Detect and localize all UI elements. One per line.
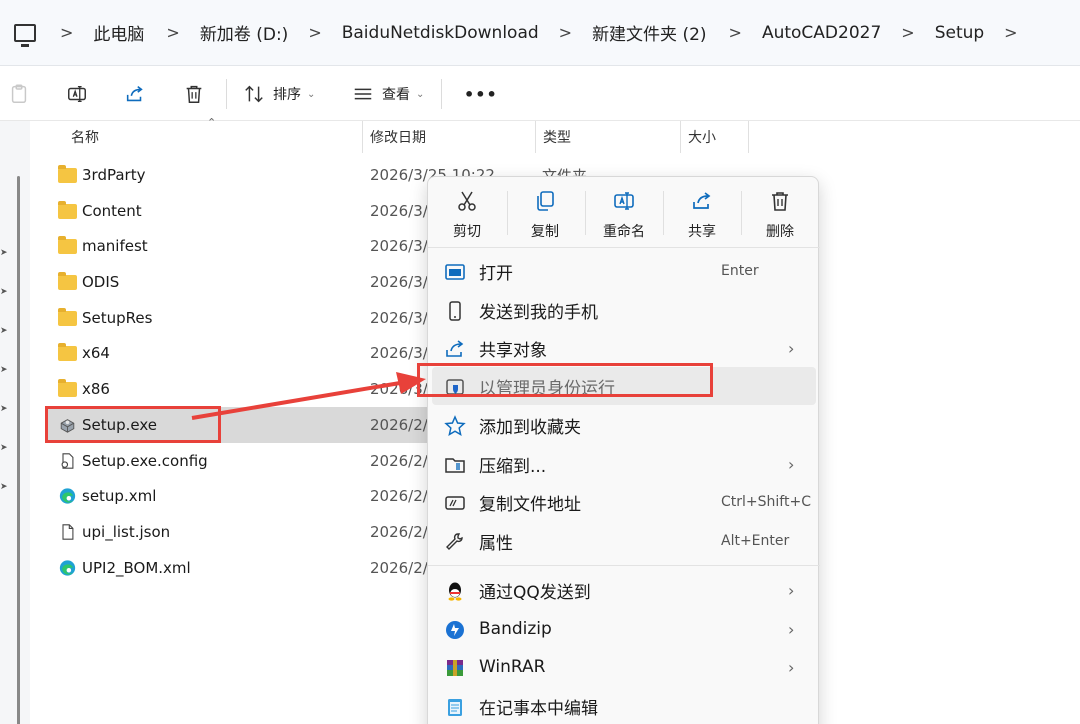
annotation-arrow <box>191 372 426 420</box>
